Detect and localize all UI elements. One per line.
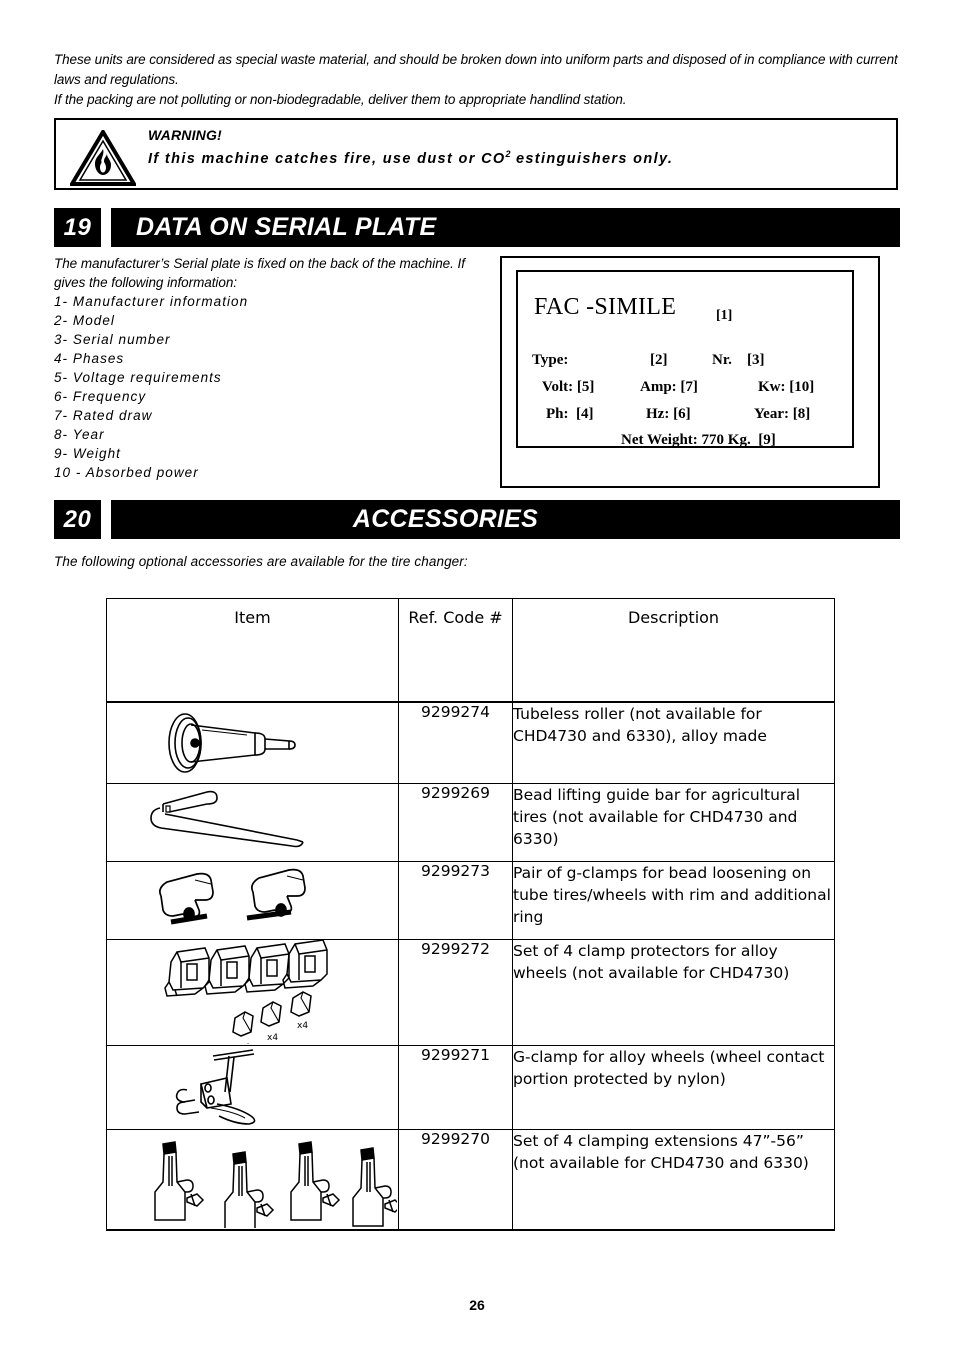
list-item: 10 - Absorbed power bbox=[54, 465, 199, 480]
ref-code: 9299273 bbox=[398, 861, 513, 940]
plate-tag-manufacturer: [1] bbox=[716, 308, 733, 323]
table-row: 9299273 Pair of g-clamps for bead loosen… bbox=[106, 861, 835, 940]
table-row: x4 x4 x4 9299272 Set of 4 clamp protecto… bbox=[106, 939, 835, 1046]
plate-net-weight: Net Weight: 770 Kg. [9] bbox=[621, 432, 776, 448]
item-description: G-clamp for alloy wheels (wheel contact … bbox=[512, 1045, 835, 1130]
clamping-extensions-icon bbox=[106, 1129, 399, 1231]
tubeless-roller-icon bbox=[106, 701, 399, 784]
warning-message-before: If this machine catches fire, use dust o… bbox=[148, 150, 506, 167]
disposal-paragraph-2: If the packing are not polluting or non-… bbox=[54, 92, 627, 107]
fire-warning-box: WARNING! If this machine catches fire, u… bbox=[54, 118, 898, 190]
list-item: 1- Manufacturer information bbox=[54, 294, 249, 309]
plate-hz-label: Hz: [6] bbox=[646, 406, 691, 422]
disposal-paragraph-1: These units are considered as special wa… bbox=[54, 52, 898, 87]
plate-amp-label: Amp: [7] bbox=[640, 379, 698, 395]
section-20-title: ACCESSORIES bbox=[352, 505, 539, 533]
list-item: 6- Frequency bbox=[54, 389, 147, 404]
column-header-description: Description bbox=[512, 598, 835, 703]
item-description: Tubeless roller (not available for CHD47… bbox=[512, 701, 835, 784]
list-item: 3- Serial number bbox=[54, 332, 171, 347]
item-description: Bead lifting guide bar for agricultural … bbox=[512, 783, 835, 862]
list-item: 2- Model bbox=[54, 313, 115, 328]
warning-message: If this machine catches fire, use dust o… bbox=[148, 144, 878, 169]
plate-kw-label: Kw: [10] bbox=[758, 379, 815, 395]
table-row: 9299271 G-clamp for alloy wheels (wheel … bbox=[106, 1045, 835, 1130]
list-item: 4- Phases bbox=[54, 351, 125, 366]
plate-nr-value: [3] bbox=[747, 352, 765, 368]
list-item: 5- Voltage requirements bbox=[54, 370, 222, 385]
fire-warning-triangle-icon bbox=[68, 128, 138, 186]
table-row: 9299269 Bead lifting guide bar for agric… bbox=[106, 783, 835, 862]
accessories-table: Item Ref. Code # Description 9299274 Tub… bbox=[106, 598, 835, 1231]
serial-plate-lead-text: The manufacturer’s Serial plate is fixed… bbox=[54, 256, 465, 290]
ref-code: 9299272 bbox=[398, 939, 513, 1046]
plate-nr-label: Nr. bbox=[712, 352, 732, 368]
table-row: 9299270 Set of 4 clamping extensions 47”… bbox=[106, 1129, 835, 1231]
table-header-row: Item Ref. Code # Description bbox=[106, 598, 835, 703]
plate-type-value: [2] bbox=[650, 352, 668, 368]
ref-code: 9299270 bbox=[398, 1129, 513, 1231]
warning-message-after: estinguishers only. bbox=[515, 150, 674, 167]
item-description: Set of 4 clamping extensions 47”-56” (no… bbox=[512, 1129, 835, 1231]
ref-code: 9299274 bbox=[398, 701, 513, 784]
section-19-number: 19 bbox=[54, 208, 101, 247]
serial-plate-description: The manufacturer’s Serial plate is fixed… bbox=[54, 254, 474, 482]
list-item: 9- Weight bbox=[54, 446, 121, 461]
plate-ph-label: Ph: [4] bbox=[546, 406, 594, 422]
list-item: 8- Year bbox=[54, 427, 105, 442]
section-20-header: 20 ACCESSORIES bbox=[54, 500, 900, 539]
plate-title: FAC -SIMILE bbox=[534, 294, 677, 320]
ref-code: 9299271 bbox=[398, 1045, 513, 1130]
pair-of-g-clamps-icon bbox=[106, 861, 399, 940]
column-header-ref-code: Ref. Code # bbox=[398, 598, 513, 703]
serial-plate-field-list: 1- Manufacturer information 2- Model 3- … bbox=[54, 292, 474, 482]
list-item: 7- Rated draw bbox=[54, 408, 153, 423]
warning-title: WARNING! bbox=[148, 127, 222, 143]
plate-type-label: Type: bbox=[532, 352, 569, 368]
column-header-item: Item bbox=[106, 598, 399, 703]
item-description: Pair of g-clamps for bead loosening on t… bbox=[512, 861, 835, 940]
bead-lifting-guide-bar-icon bbox=[106, 783, 399, 862]
section-20-number: 20 bbox=[54, 500, 101, 539]
item-description: Set of 4 clamp protectors for alloy whee… bbox=[512, 939, 835, 1046]
section-19-header: 19 DATA ON SERIAL PLATE bbox=[54, 208, 900, 247]
disposal-intro-text: These units are considered as special wa… bbox=[54, 50, 914, 110]
table-row: 9299274 Tubeless roller (not available f… bbox=[106, 701, 835, 784]
page-number: 26 bbox=[469, 1297, 485, 1313]
clamp-protectors-icon: x4 x4 x4 bbox=[106, 939, 399, 1046]
serial-plate-facsimile: FAC -SIMILE [1] Type: [2] Nr. [3] Volt: … bbox=[500, 256, 880, 488]
quantity-label-1: x4 bbox=[239, 1043, 250, 1044]
g-clamp-alloy-wheels-icon bbox=[106, 1045, 399, 1130]
plate-volt-label: Volt: [5] bbox=[542, 379, 595, 395]
section-19-title-bar: DATA ON SERIAL PLATE bbox=[111, 208, 900, 247]
serial-plate-inner-frame: FAC -SIMILE [1] Type: [2] Nr. [3] Volt: … bbox=[516, 270, 854, 448]
section-19-title: DATA ON SERIAL PLATE bbox=[136, 213, 437, 241]
quantity-label-2: x4 bbox=[267, 1033, 278, 1043]
warning-superscript: 2 bbox=[505, 149, 511, 159]
quantity-label-3: x4 bbox=[297, 1021, 308, 1031]
ref-code: 9299269 bbox=[398, 783, 513, 862]
accessories-intro-text: The following optional accessories are a… bbox=[54, 554, 468, 569]
section-20-title-bar: ACCESSORIES bbox=[111, 500, 900, 539]
plate-year-label: Year: [8] bbox=[754, 406, 811, 422]
